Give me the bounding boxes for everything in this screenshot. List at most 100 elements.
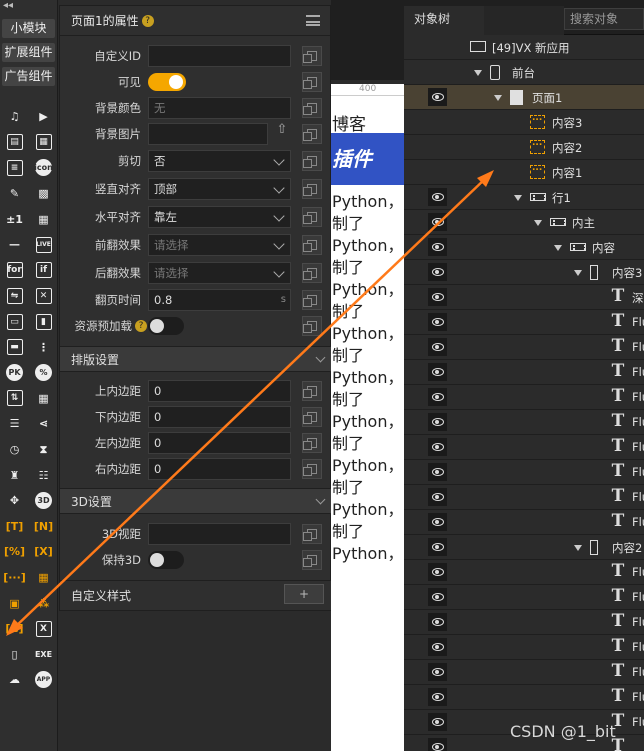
- collapse-toolbar-icon[interactable]: ◂◂: [0, 0, 57, 14]
- canvas-text-line[interactable]: Python，: [332, 452, 403, 476]
- bind-link-icon[interactable]: [302, 433, 322, 453]
- if-condition-icon[interactable]: if: [34, 261, 53, 280]
- box-icon[interactable]: ▣: [5, 594, 24, 613]
- canvas-text-line[interactable]: 制了: [332, 474, 364, 498]
- container-icon[interactable]: [···]: [3, 568, 26, 587]
- background-image-input[interactable]: [148, 123, 268, 145]
- tree-node[interactable]: T Flutter: [404, 335, 644, 360]
- text-frame-icon[interactable]: [T]: [5, 517, 24, 536]
- eye-icon[interactable]: [428, 663, 447, 681]
- bind-link-icon[interactable]: [302, 407, 322, 427]
- eye-icon[interactable]: [428, 538, 447, 556]
- c-frame-icon[interactable]: [C]: [5, 619, 24, 638]
- keep-3d-toggle[interactable]: [148, 551, 184, 569]
- bind-link-icon[interactable]: [302, 316, 322, 336]
- expand-arrow-icon[interactable]: [554, 245, 562, 251]
- edit-icon[interactable]: ≡: [5, 158, 24, 177]
- bind-link-icon[interactable]: [302, 263, 322, 283]
- app-icon[interactable]: APP: [34, 670, 53, 689]
- tree-node[interactable]: T Flutter: [404, 460, 644, 485]
- eye-icon[interactable]: [428, 738, 447, 751]
- 3d-settings-section[interactable]: 3D设置: [60, 488, 332, 514]
- expand-arrow-icon[interactable]: [494, 95, 502, 101]
- input-icon[interactable]: ▭: [5, 312, 24, 331]
- ladder-icon[interactable]: ☷: [34, 466, 53, 485]
- hourglass-icon[interactable]: ⧗: [34, 440, 53, 459]
- tree-node[interactable]: T Flutter: [404, 610, 644, 635]
- padding-right-input[interactable]: 0: [148, 458, 291, 480]
- tree-node[interactable]: [49]VX 新应用: [404, 35, 644, 60]
- tree-node[interactable]: 内容: [404, 235, 644, 260]
- eye-icon[interactable]: [428, 488, 447, 506]
- canvas-text-line[interactable]: Python，: [332, 408, 403, 432]
- canvas-text-line[interactable]: 制了: [332, 518, 364, 542]
- canvas-text-line[interactable]: Python，: [332, 320, 403, 344]
- next-effect-select[interactable]: 请选择: [148, 262, 291, 284]
- image-icon[interactable]: ▤: [5, 133, 24, 152]
- bind-link-icon[interactable]: [302, 124, 322, 144]
- slider-icon[interactable]: ⋮: [34, 338, 53, 357]
- percent-icon[interactable]: %: [34, 363, 53, 382]
- layout-icon[interactable]: ▦: [34, 133, 53, 152]
- eye-icon[interactable]: [428, 263, 447, 281]
- cubes-icon[interactable]: ⁂: [34, 594, 53, 613]
- canvas-text-line[interactable]: Python，: [332, 364, 403, 388]
- canvas-text-line[interactable]: 制了: [332, 342, 364, 366]
- tree-icon[interactable]: ☰: [5, 414, 24, 433]
- tree-node[interactable]: T Flutter: [404, 560, 644, 585]
- eye-icon[interactable]: [428, 338, 447, 356]
- tree-node[interactable]: 内容2: [404, 535, 644, 560]
- expand-arrow-icon[interactable]: [574, 545, 582, 551]
- tree-node[interactable]: 行1: [404, 185, 644, 210]
- bind-link-icon[interactable]: [302, 381, 322, 401]
- video-icon[interactable]: ▶: [34, 107, 53, 126]
- padding-top-input[interactable]: 0: [148, 380, 291, 402]
- page-turn-time-input[interactable]: 0.8 s: [148, 289, 291, 311]
- eye-icon[interactable]: [428, 513, 447, 531]
- clock-icon[interactable]: ◷: [5, 440, 24, 459]
- eye-icon[interactable]: [428, 88, 447, 106]
- eye-icon[interactable]: [428, 638, 447, 656]
- eye-icon[interactable]: [428, 438, 447, 456]
- canvas-text-line[interactable]: 制了: [332, 430, 364, 454]
- for-loop-icon[interactable]: for: [5, 261, 24, 280]
- share-icon[interactable]: ⋖: [34, 414, 53, 433]
- tree-node[interactable]: T Flutter: [404, 310, 644, 335]
- tree-node[interactable]: 页面1: [404, 85, 644, 110]
- padding-left-input[interactable]: 0: [148, 432, 291, 454]
- qrcode-icon[interactable]: ▩: [34, 184, 53, 203]
- icon-icon[interactable]: icon: [34, 158, 53, 177]
- tree-node[interactable]: T Flutter: [404, 410, 644, 435]
- canvas-text-line[interactable]: Python，: [332, 276, 403, 300]
- eye-icon[interactable]: [428, 588, 447, 606]
- eye-icon[interactable]: [428, 713, 447, 731]
- eye-icon[interactable]: [428, 613, 447, 631]
- extension-components-button[interactable]: 扩展组件: [2, 43, 55, 62]
- exe-icon[interactable]: EXE: [34, 645, 53, 664]
- n-frame-icon[interactable]: [N]: [34, 517, 53, 536]
- bar-icon[interactable]: ▬: [5, 338, 24, 357]
- canvas-banner[interactable]: 插件: [331, 133, 404, 185]
- tree-node[interactable]: T Flutter: [404, 585, 644, 610]
- eye-icon[interactable]: [428, 288, 447, 306]
- tree-node[interactable]: T Flutter: [404, 635, 644, 660]
- canvas-text-line[interactable]: Python，: [332, 232, 403, 256]
- custom-id-input[interactable]: [148, 45, 291, 67]
- tree-node[interactable]: T Flutter: [404, 485, 644, 510]
- background-color-input[interactable]: 无: [148, 97, 291, 119]
- tree-node[interactable]: 前台: [404, 60, 644, 85]
- tree-node[interactable]: T Flutter: [404, 685, 644, 710]
- eye-icon[interactable]: [428, 413, 447, 431]
- prev-effect-select[interactable]: 请选择: [148, 234, 291, 256]
- table-icon[interactable]: ▦: [34, 389, 53, 408]
- tree-node[interactable]: 内容2: [404, 135, 644, 160]
- eye-icon[interactable]: [428, 388, 447, 406]
- bind-link-icon[interactable]: [302, 550, 322, 570]
- bind-link-icon[interactable]: [302, 235, 322, 255]
- bind-link-icon[interactable]: [302, 151, 322, 171]
- tree-node[interactable]: 内容3: [404, 110, 644, 135]
- bind-link-icon[interactable]: [302, 290, 322, 310]
- expand-arrow-icon[interactable]: [514, 195, 522, 201]
- qr-grid-icon[interactable]: ▦: [34, 210, 53, 229]
- help-icon[interactable]: ?: [141, 14, 154, 27]
